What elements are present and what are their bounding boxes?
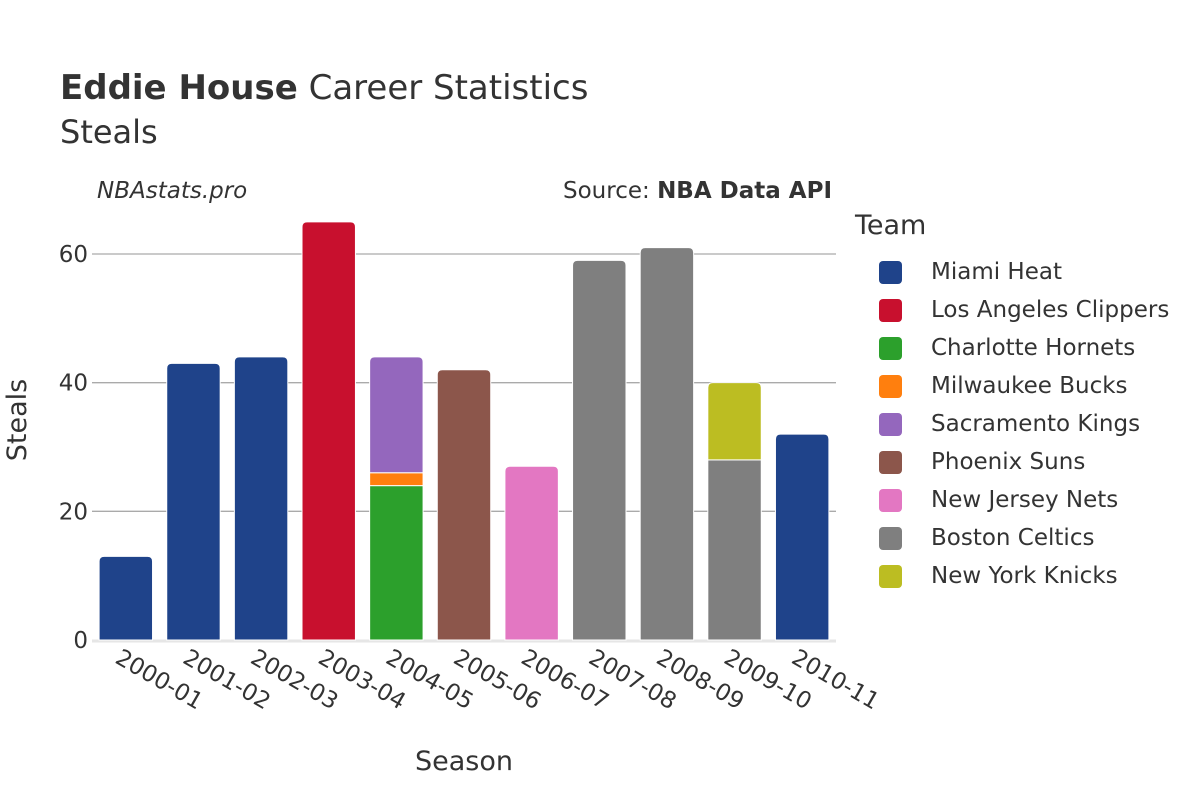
legend-item[interactable]: Phoenix Suns xyxy=(879,443,1169,481)
legend: Miami Heat Los Angeles Clippers Charlotte … xyxy=(879,253,1169,595)
legend-item[interactable]: Los Angeles Clippers xyxy=(879,291,1169,329)
legend-label: Sacramento Kings xyxy=(931,411,1141,437)
x-axis-ticks: 2000-012001-022002-032003-042004-052005-… xyxy=(111,645,884,716)
bar-segment xyxy=(572,259,627,641)
y-tick-label: 40 xyxy=(59,371,88,397)
legend-label: Charlotte Hornets xyxy=(931,335,1136,361)
bar-segment xyxy=(369,356,424,474)
legend-swatch-icon xyxy=(879,564,902,588)
legend-swatch-icon xyxy=(879,488,902,512)
bar-segment xyxy=(639,247,695,641)
bars xyxy=(98,221,830,641)
legend-item[interactable]: Miami Heat xyxy=(879,253,1169,291)
x-axis-label: Season xyxy=(415,746,513,777)
legend-label: Boston Celtics xyxy=(931,525,1095,551)
bar-segment xyxy=(707,382,762,461)
legend-swatch-icon xyxy=(879,374,902,398)
legend-swatch-icon xyxy=(879,260,902,284)
legend-label: Miami Heat xyxy=(931,259,1062,285)
legend-swatch-icon xyxy=(879,336,902,360)
legend-title: Team xyxy=(855,210,927,241)
y-tick-label: 20 xyxy=(59,499,88,525)
bar-segment xyxy=(98,555,154,641)
legend-swatch-icon xyxy=(879,412,902,436)
legend-item[interactable]: New Jersey Nets xyxy=(879,481,1169,519)
legend-item[interactable]: Sacramento Kings xyxy=(879,405,1169,443)
bar-segment xyxy=(774,433,830,641)
legend-item[interactable]: Boston Celtics xyxy=(879,519,1169,557)
bar-segment xyxy=(233,356,289,641)
legend-label: Los Angeles Clippers xyxy=(931,297,1170,323)
legend-swatch-icon xyxy=(879,526,902,550)
legend-label: Phoenix Suns xyxy=(931,449,1086,475)
bar-segment xyxy=(707,459,762,641)
bar-segment xyxy=(166,362,221,641)
legend-label: Milwaukee Bucks xyxy=(931,373,1128,399)
legend-item[interactable]: Charlotte Hornets xyxy=(879,329,1169,367)
bar-segment xyxy=(369,485,424,641)
bar-segment xyxy=(436,369,492,641)
legend-swatch-icon xyxy=(879,450,902,474)
y-axis-label: Steals xyxy=(2,379,33,461)
legend-item[interactable]: Milwaukee Bucks xyxy=(879,367,1169,405)
y-axis-ticks: 0 20 40 60 xyxy=(59,242,88,654)
legend-item[interactable]: New York Knicks xyxy=(879,557,1169,595)
legend-swatch-icon xyxy=(879,298,902,322)
bar-segment xyxy=(301,221,356,641)
legend-label: New Jersey Nets xyxy=(931,487,1119,513)
bar-segment xyxy=(504,465,559,641)
y-tick-label: 60 xyxy=(59,242,88,268)
legend-label: New York Knicks xyxy=(931,563,1118,589)
y-tick-label: 0 xyxy=(73,628,88,654)
bar-segment xyxy=(369,472,424,487)
